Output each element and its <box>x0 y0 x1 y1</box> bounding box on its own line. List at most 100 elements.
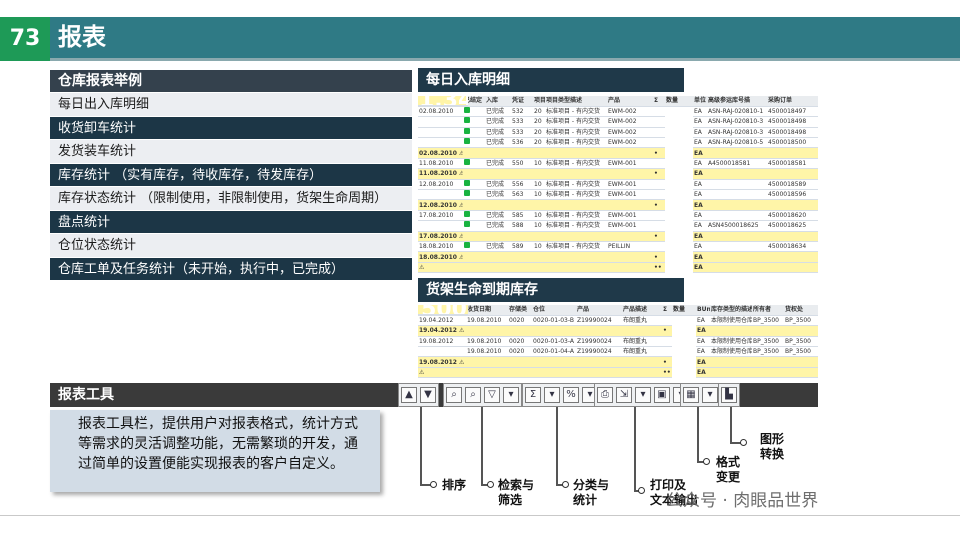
table-cell <box>485 199 511 211</box>
export-icon[interactable]: ⇲ <box>616 387 632 403</box>
column-header[interactable]: 产品描述 <box>622 305 662 316</box>
layout-icon[interactable]: ▦ <box>683 387 699 403</box>
table-cell: 标准项目 - 有内交货 <box>545 158 607 170</box>
chevron-down-icon[interactable]: ▾ <box>503 387 519 403</box>
table-cell: 已完成 <box>485 220 511 232</box>
subtotal-row[interactable]: ⚠••500EA <box>418 305 818 379</box>
table-cell <box>784 367 818 379</box>
table-cell: 563 <box>511 189 533 201</box>
table-cell <box>653 179 665 191</box>
table-row[interactable]: 17.08.2010已完成58510标准项目 - 有内交货EWM-00110EA… <box>418 96 818 222</box>
table-cell <box>418 189 463 201</box>
column-header[interactable]: 库存类型的描述 <box>710 305 752 316</box>
table-cell <box>463 262 485 274</box>
table-row[interactable]: 已完成53620标准项目 - 有内交货EWM-00210EAASN-RAJ-02… <box>418 96 818 149</box>
table-cell <box>485 251 511 263</box>
table-cell <box>533 262 545 274</box>
table-row[interactable]: 18.08.2010已完成58910标准项目 - 有内交货PEILLIN10EA… <box>418 96 818 253</box>
column-header[interactable]: 采购订单 <box>767 96 818 107</box>
chart-icon[interactable]: ▙ <box>721 387 737 403</box>
label-classify-stats: 分类与 统计 <box>573 478 610 507</box>
column-header[interactable]: 高级参运库号描 <box>707 96 767 107</box>
column-header[interactable]: 仓位 <box>532 305 576 316</box>
chevron-down-icon[interactable]: ▾ <box>635 387 651 403</box>
column-header[interactable]: 收货日期 <box>466 305 508 316</box>
column-header[interactable]: 数量 <box>665 96 693 107</box>
subtotal-row[interactable]: 18.08.2010 ⚠ • 10 EA <box>418 96 818 263</box>
table-cell <box>511 147 533 159</box>
column-header[interactable]: 存储类 <box>508 305 532 316</box>
table-cell: EWM-002 <box>607 127 653 139</box>
filter-icon[interactable]: ▽ <box>484 387 500 403</box>
subtotal-row[interactable]: 11.08.2010 ⚠ • 10 EA <box>418 96 818 180</box>
table-row[interactable]: 02.08.2010已完成53220标准项目 - 有内交货EWM-00210EA… <box>418 96 818 118</box>
table-cell: BP_3500 <box>752 315 784 327</box>
subtotal-row[interactable]: 12.08.2010 ⚠•115EA <box>418 96 818 211</box>
chevron-down-icon[interactable]: ▾ <box>544 387 560 403</box>
find-icon[interactable]: ⌕ <box>446 387 462 403</box>
find-next-icon[interactable]: ⌕ <box>465 387 481 403</box>
subtotal-row[interactable]: ⚠••1.340EA <box>418 96 818 274</box>
column-header[interactable]: 凭证 <box>511 96 533 107</box>
table-cell: EA <box>696 346 710 358</box>
table-cell: 585 <box>511 210 533 222</box>
table-row[interactable]: 已完成53320标准项目 - 有内交货EWM-00210EAASN-RAJ-02… <box>418 96 818 128</box>
column-header[interactable]: 项目 <box>533 96 545 107</box>
table-row[interactable]: 已完成56310标准项目 - 有内交货EWM-00115EA4500018596 <box>418 96 818 201</box>
label-format: 格式 变更 <box>716 455 741 484</box>
table-row[interactable]: 19.04.2012 19.08.2010 0020 0020-01-03-B Z199… <box>418 305 818 327</box>
table-cell: EA <box>693 147 707 159</box>
subtotal-row[interactable]: 19.08.2012 ⚠•270EA <box>418 305 818 368</box>
list-item: 每日出入库明细 <box>50 92 412 116</box>
table-cell <box>707 199 767 211</box>
table-cell <box>607 199 653 211</box>
table-row[interactable]: 19.08.2012 19.08.2010 0020 0020-01-03-A Z199… <box>418 305 818 348</box>
column-header[interactable]: Σ <box>662 305 672 316</box>
table-cell: 533 <box>511 116 533 128</box>
sort-ascending-icon[interactable]: ▲ <box>401 387 417 403</box>
table-cell: 0020 <box>508 336 532 348</box>
table-row[interactable]: 19.08.201000200020-01-04-AZ19990024布朗重丸1… <box>418 305 818 358</box>
column-header[interactable]: 产品 <box>607 96 653 107</box>
table-cell: ASN-RAJ-020810-1 <box>707 106 767 118</box>
table-cell <box>662 336 672 348</box>
sum-icon[interactable]: Σ <box>525 387 541 403</box>
table-cell: 0020-01-04-A <box>532 346 576 358</box>
column-header[interactable]: BUn <box>696 305 710 316</box>
chevron-down-icon[interactable]: ▾ <box>702 387 718 403</box>
subtotal-icon[interactable]: % <box>563 387 579 403</box>
column-header[interactable]: 单位 <box>693 96 707 107</box>
column-header[interactable]: 产品 <box>576 305 622 316</box>
table-cell: EWM-002 <box>607 137 653 149</box>
watermark: 公众号 · 肉眼品世界 <box>666 491 819 511</box>
sort-descending-icon[interactable]: ▼ <box>420 387 436 403</box>
table-cell <box>653 220 665 232</box>
subtotal-row[interactable]: 19.04.2012 ⚠•230EA <box>418 305 818 337</box>
table-row[interactable]: 11.08.2010已完成55010标准项目 - 有内交货EWM-00110EA… <box>418 96 818 170</box>
table-cell <box>533 147 545 159</box>
column-header[interactable]: Σ <box>653 96 665 107</box>
table-cell <box>508 325 532 337</box>
print-icon[interactable]: ⎙ <box>597 387 613 403</box>
column-header[interactable]: 项目类型描述 <box>545 96 607 107</box>
subtotal-row[interactable]: 02.08.2010 ⚠•50EA <box>418 96 818 159</box>
table-row[interactable]: 已完成53320标准项目 - 有内交货EWM-00210EAASN-RAJ-02… <box>418 96 818 139</box>
table-cell <box>653 189 665 201</box>
table-cell <box>710 356 752 368</box>
table-cell: 10 <box>533 210 545 222</box>
connector-line <box>420 407 422 485</box>
column-header[interactable]: 数量 <box>672 305 696 316</box>
save-icon[interactable]: ▣ <box>654 387 670 403</box>
connector-dot <box>487 481 494 488</box>
table-row[interactable]: 12.08.2010已完成55610标准项目 - 有内交货EWM-001100E… <box>418 96 818 191</box>
column-header[interactable]: 入库 <box>485 96 511 107</box>
connector-line <box>730 407 732 443</box>
status-light-icon <box>464 117 470 124</box>
table-cell <box>545 199 607 211</box>
tools-description: 报表工具栏，提供用户对报表格式，统计方式等需求的灵活调整功能，无需繁琐的开发，通… <box>50 410 380 492</box>
column-header[interactable]: 所有者 <box>752 305 784 316</box>
column-header[interactable]: 货权处 <box>784 305 818 316</box>
subtotal-row[interactable]: 17.08.2010 ⚠•11EA <box>418 96 818 242</box>
table-row[interactable]: 已完成58810标准项目 - 有内交货EWM-0011EAASN45000186… <box>418 96 818 232</box>
table-cell: 已完成 <box>485 241 511 253</box>
